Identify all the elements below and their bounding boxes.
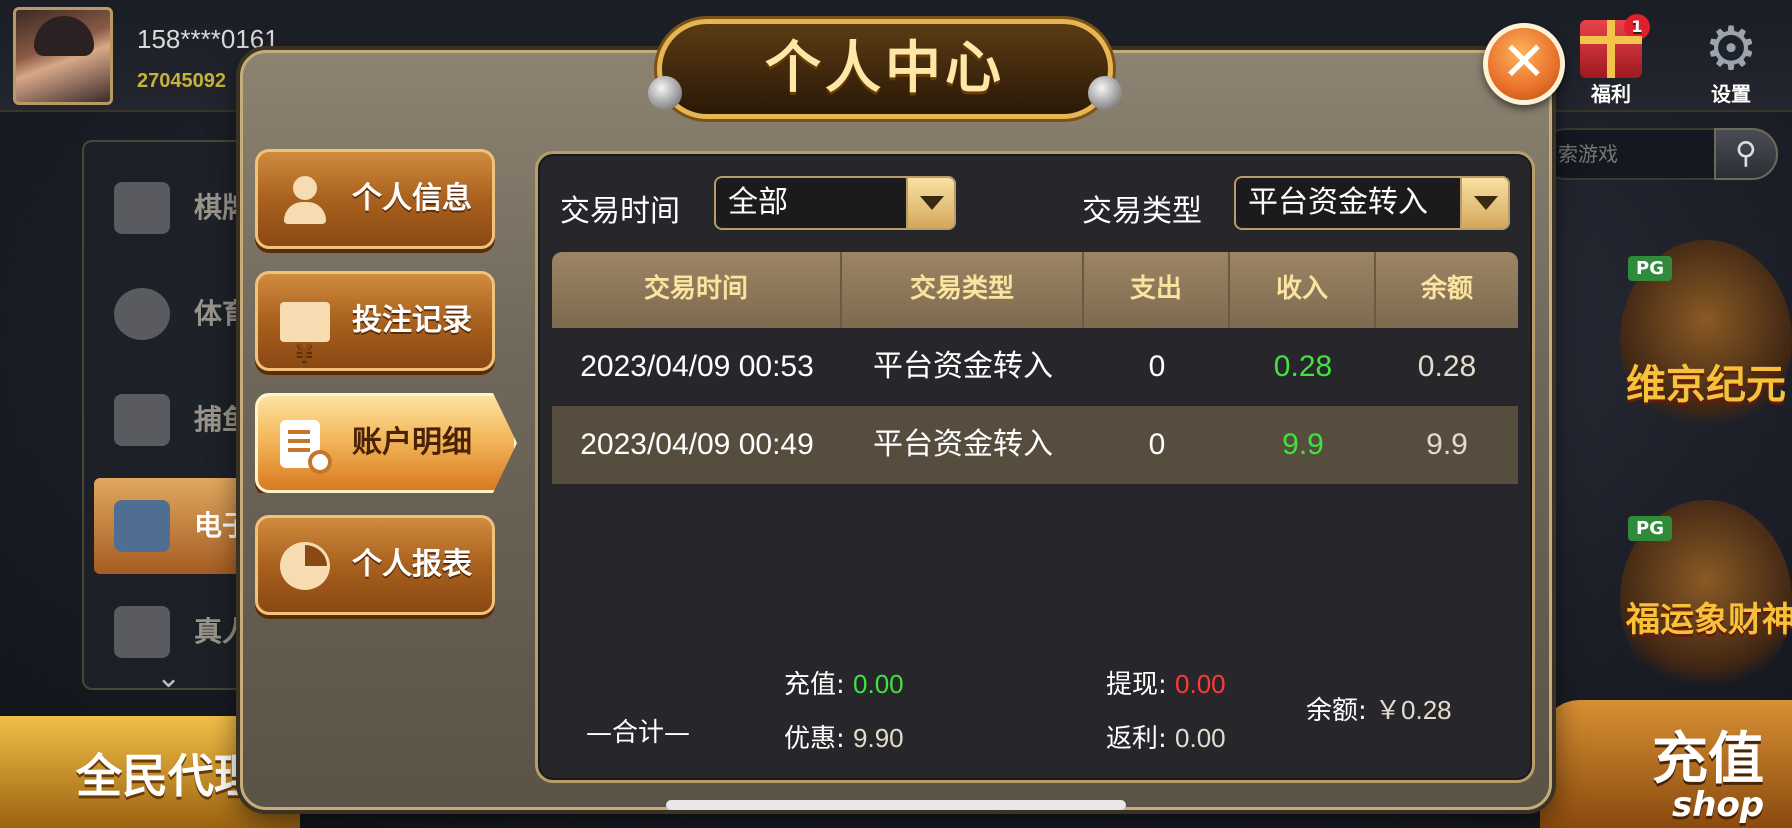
search-input[interactable]: 索游戏 ⚲	[1540, 128, 1778, 180]
chevron-down-icon[interactable]	[906, 176, 956, 230]
avatar[interactable]	[13, 7, 113, 105]
bolt-decoration	[1088, 76, 1122, 110]
table-row: 2023/04/09 00:53 平台资金转入 0 0.28 0.28	[552, 328, 1518, 406]
time-filter-label: 交易时间	[560, 194, 680, 229]
cell-type: 平台资金转入	[873, 427, 1053, 462]
rebate-label: 返利:	[1106, 724, 1167, 754]
cards-icon	[114, 182, 170, 234]
cell-balance: 9.9	[1426, 428, 1468, 461]
tab-label: 个人报表	[352, 547, 472, 582]
balance-value: ￥0.28	[1375, 695, 1452, 725]
tab-label: 账户明细	[352, 425, 472, 460]
notification-badge: 1	[1624, 14, 1650, 40]
cell-expense: 0	[1148, 428, 1166, 461]
rebate-value: 0.00	[1175, 723, 1226, 753]
tab-label: 投注记录	[352, 303, 472, 338]
time-filter-value: 全部	[728, 185, 788, 220]
dealer-icon	[114, 606, 170, 658]
personal-center-modal: 个人中心 ✕ 个人信息 投注记录 账户明细 个人报表 交易时间 全部 交易类型 …	[240, 19, 1565, 810]
promo-label: 全民代理	[76, 749, 260, 803]
cell-balance: 0.28	[1417, 350, 1477, 383]
time-filter-select[interactable]: 全部	[714, 176, 956, 230]
player-id: 27045092	[137, 70, 226, 92]
withdraw-value: 0.00	[1175, 669, 1226, 699]
modal-title: 个人中心	[648, 19, 1122, 119]
chevron-down-icon[interactable]: ⌄	[156, 660, 181, 695]
settings-button[interactable]: ⚙ 设置	[1700, 14, 1762, 107]
account-details-panel: 交易时间 全部 交易类型 平台资金转入 交易时间 交易类型 支出 收入 余额 2…	[535, 151, 1535, 783]
fish-icon	[114, 394, 170, 446]
tab-account-details[interactable]: 账户明细	[255, 393, 517, 493]
cell-income: 9.9	[1282, 428, 1324, 461]
welfare-label: 福利	[1591, 82, 1631, 106]
recharge-label: 充值	[1652, 727, 1764, 792]
document-search-icon	[280, 420, 332, 474]
column-header: 收入	[1230, 252, 1376, 328]
bolt-decoration	[648, 76, 682, 110]
search-placeholder: 索游戏	[1558, 142, 1618, 166]
gear-icon: ⚙	[1704, 14, 1758, 84]
tab-personal-report[interactable]: 个人报表	[255, 515, 495, 615]
cell-time: 2023/04/09 00:53	[580, 350, 814, 383]
recharge-value: 0.00	[853, 669, 904, 699]
tab-label: 个人信息	[352, 181, 472, 216]
summary-total-label: —合计—	[586, 718, 691, 748]
summary-balance: 余额: ￥0.28	[1306, 690, 1452, 727]
summary-bonus: 优惠: 9.90	[784, 718, 904, 755]
person-icon	[280, 176, 330, 224]
provider-badge: PG	[1628, 256, 1672, 281]
tab-bet-records[interactable]: 投注记录	[255, 271, 495, 400]
shop-label: shop	[1672, 785, 1765, 825]
bonus-label: 优惠:	[784, 724, 845, 754]
search-icon[interactable]: ⚲	[1714, 128, 1778, 180]
money-icon	[280, 302, 330, 400]
bonus-value: 9.90	[853, 723, 904, 753]
summary-recharge: 充值: 0.00	[784, 664, 904, 701]
tab-personal-info[interactable]: 个人信息	[255, 149, 495, 249]
soccer-ball-icon	[114, 288, 170, 340]
home-indicator[interactable]	[666, 800, 1126, 810]
modal-title-text: 个人中心	[765, 36, 1005, 101]
cell-type: 平台资金转入	[873, 349, 1053, 384]
gift-icon: 1	[1580, 14, 1650, 78]
table-row: 2023/04/09 00:49 平台资金转入 0 9.9 9.9	[552, 406, 1518, 484]
game-title: 福运象财神	[1626, 600, 1792, 640]
provider-badge: PG	[1628, 516, 1672, 541]
recharge-label: 充值:	[784, 670, 845, 700]
column-header: 支出	[1084, 252, 1230, 328]
close-icon[interactable]: ✕	[1483, 23, 1565, 105]
cell-income: 0.28	[1273, 350, 1333, 383]
type-filter-label: 交易类型	[1082, 194, 1202, 229]
game-card-viking[interactable]: PG 维京纪元	[1620, 240, 1792, 440]
type-filter-select[interactable]: 平台资金转入	[1234, 176, 1510, 230]
pie-chart-icon	[280, 542, 330, 590]
type-filter-value: 平台资金转入	[1248, 185, 1428, 220]
balance-label: 余额:	[1306, 696, 1367, 726]
slot-machine-icon	[114, 500, 170, 552]
recharge-shop-button[interactable]: 充值 shop	[1540, 700, 1792, 828]
table-header: 交易时间 交易类型 支出 收入 余额	[552, 252, 1518, 328]
cell-time: 2023/04/09 00:49	[580, 428, 814, 461]
summary-rebate: 返利: 0.00	[1106, 718, 1226, 755]
welfare-button[interactable]: 1 福利	[1580, 14, 1650, 107]
cell-expense: 0	[1148, 350, 1166, 383]
column-header: 余额	[1420, 274, 1473, 304]
game-card-fortune-ganesha[interactable]: PG 福运象财神	[1620, 500, 1792, 700]
game-title: 维京纪元	[1626, 362, 1786, 408]
summary-withdraw: 提现: 0.00	[1106, 664, 1226, 701]
withdraw-label: 提现:	[1106, 670, 1167, 700]
column-header: 交易类型	[842, 252, 1084, 328]
column-header: 交易时间	[552, 252, 842, 328]
chevron-down-icon[interactable]	[1460, 176, 1510, 230]
